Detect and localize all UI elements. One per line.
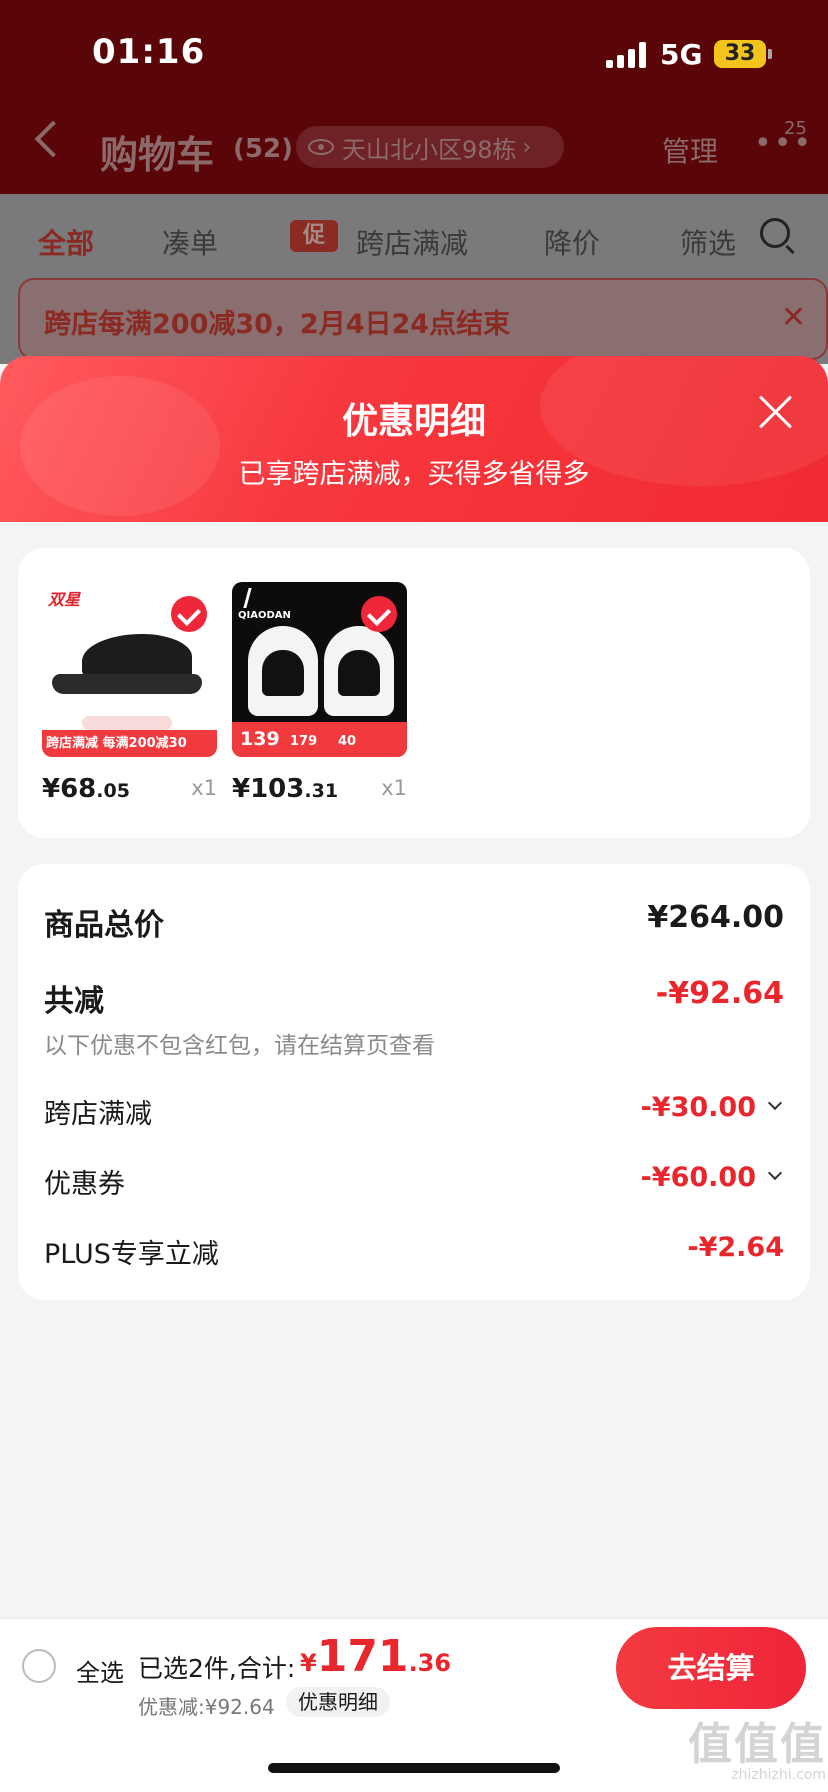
- cart-count: (52): [233, 134, 293, 164]
- chevron-right-icon: ›: [522, 134, 532, 160]
- watermark: 值值值 zhizhizhi.com: [688, 1719, 826, 1784]
- battery-icon: 33: [714, 40, 772, 68]
- promo-strip: 跨店满减 每满200减30: [42, 730, 217, 757]
- product-qty: x1: [381, 776, 407, 800]
- address-selector[interactable]: 天山北小区98栋 ›: [296, 126, 564, 168]
- signal-icon: [606, 42, 648, 68]
- products-card: 双星 跨店满减 每满200减30 ¥68.05 x1 QIAODAN 139 1…: [18, 548, 810, 838]
- tab-all[interactable]: 全部: [38, 222, 94, 262]
- brand-logo: QIAODAN: [238, 610, 291, 621]
- chevron-down-icon[interactable]: [767, 1165, 783, 1181]
- total-value: ¥264.00: [647, 900, 784, 935]
- product-image: 双星 跨店满减 每满200减30: [42, 582, 217, 757]
- total-price: ¥171.36: [300, 1631, 452, 1682]
- check-icon[interactable]: [171, 596, 207, 632]
- manage-button[interactable]: 管理: [662, 130, 718, 170]
- promo-notice: 跨店每满200减30，2月4日24点结束 ✕: [18, 278, 828, 360]
- eye-icon: [308, 139, 334, 155]
- promo-notice-text: 跨店每满200减30，2月4日24点结束: [44, 309, 511, 340]
- home-indicator[interactable]: [268, 1763, 560, 1773]
- search-icon[interactable]: [760, 218, 790, 248]
- sheet-title: 优惠明细: [341, 401, 486, 442]
- tab-price-drop[interactable]: 降价: [544, 222, 600, 262]
- address-text: 天山北小区98栋: [342, 135, 517, 164]
- tab-cross-store[interactable]: 跨店满减: [356, 222, 468, 262]
- page-title: 购物车: [100, 133, 215, 177]
- reduce-label: 共减: [44, 984, 104, 1019]
- product-image: QIAODAN 139 179 40: [232, 582, 407, 757]
- sheet-subtitle: 已享跨店满减，买得多省得多: [238, 459, 590, 490]
- checkout-button[interactable]: 去结算: [616, 1627, 806, 1709]
- promo-strip: 139 179 40: [232, 722, 407, 757]
- discount-amount: 优惠减:¥92.64: [138, 1695, 275, 1719]
- discount-detail-button[interactable]: 优惠明细: [286, 1687, 390, 1717]
- shoe-image: [52, 634, 202, 694]
- select-all-radio[interactable]: [22, 1649, 56, 1683]
- selected-summary: 已选2件,合计:: [138, 1654, 296, 1683]
- product-price: ¥103.31: [232, 774, 339, 804]
- total-label: 商品总价: [44, 908, 164, 943]
- promo-tag: 促: [290, 220, 338, 252]
- product-price: ¥68.05: [42, 774, 130, 804]
- check-icon[interactable]: [361, 596, 397, 632]
- chevron-down-icon[interactable]: [767, 1095, 783, 1111]
- checkout-bar: 全选 已选2件,合计: ¥171.36 优惠减:¥92.64 优惠明细 去结算 …: [0, 1618, 828, 1792]
- network-label: 5G: [660, 38, 703, 71]
- sheet-header: 优惠明细 已享跨店满减，买得多省得多: [0, 356, 828, 522]
- more-badge: 25: [784, 118, 807, 139]
- status-bar: 01:16 5G 33: [0, 0, 828, 100]
- brand-logo: 双星: [48, 590, 81, 609]
- tab-filter[interactable]: 筛选: [680, 222, 740, 262]
- product-qty: x1: [191, 776, 217, 800]
- reduce-value: -¥92.64: [655, 976, 784, 1011]
- summary-card: 商品总价 ¥264.00 共减 -¥92.64 以下优惠不包含红包，请在结算页查…: [18, 864, 810, 1300]
- discount-note: 以下优惠不包含红包，请在结算页查看: [44, 1033, 435, 1059]
- shoe-image: [246, 626, 396, 716]
- select-all-label[interactable]: 全选: [76, 1653, 124, 1688]
- close-icon[interactable]: ✕: [781, 300, 806, 335]
- status-time: 01:16: [92, 32, 206, 72]
- tab-combine[interactable]: 凑单: [162, 222, 218, 262]
- close-icon[interactable]: [756, 392, 796, 432]
